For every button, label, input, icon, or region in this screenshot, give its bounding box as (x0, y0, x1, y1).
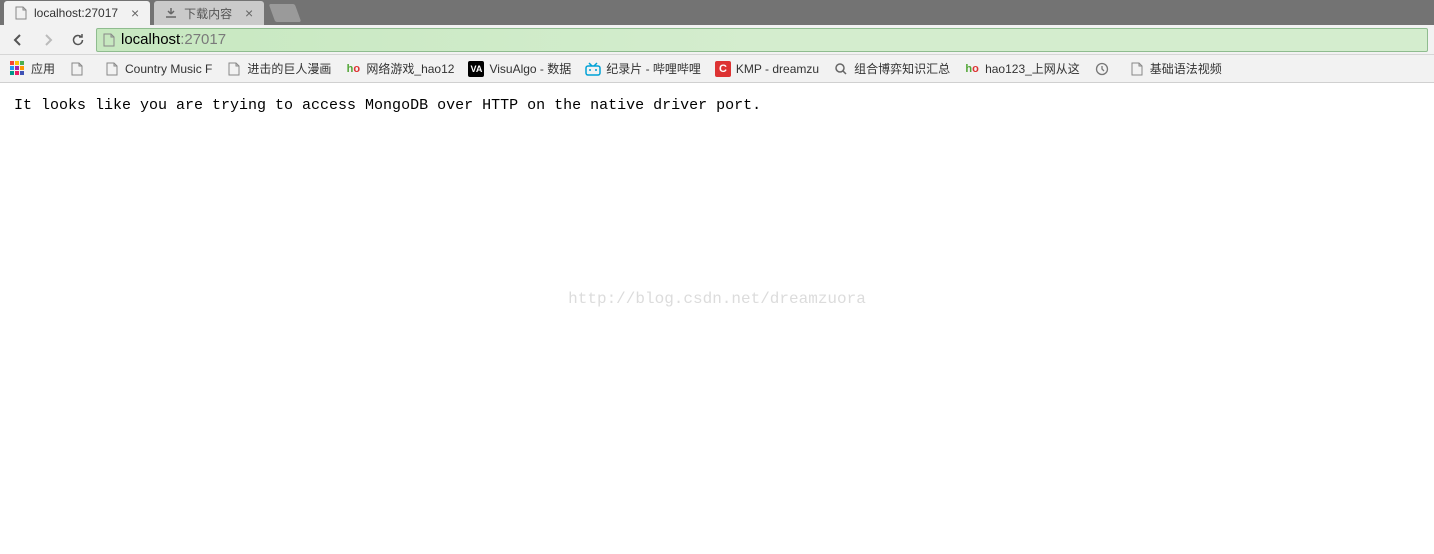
bookmark-label: VisuAlgo - 数据 (489, 60, 571, 77)
apps-button[interactable]: 应用 (4, 57, 61, 81)
bookmark-item[interactable]: 组合博弈知识汇总 (827, 57, 956, 81)
tab-close-icon[interactable]: × (128, 6, 142, 20)
bookmark-label: Country Music F (125, 62, 212, 76)
back-button[interactable] (6, 28, 30, 52)
toolbar: localhost:27017 (0, 25, 1434, 55)
address-bar[interactable]: localhost:27017 (96, 28, 1428, 52)
site-info-icon[interactable] (103, 33, 115, 47)
reload-button[interactable] (66, 28, 90, 52)
tab-favicon-doc-icon (14, 6, 28, 20)
tab-title: 下载内容 (184, 5, 232, 22)
mongo-http-message: It looks like you are trying to access M… (14, 97, 761, 114)
doc-icon (69, 61, 85, 77)
bookmark-label: 网络游戏_hao12 (366, 60, 454, 77)
bookmark-item[interactable]: 纪录片 - 哔哩哔哩 (579, 57, 707, 81)
watermark-text: http://blog.csdn.net/dreamzuora (568, 290, 866, 308)
bookmark-item[interactable]: 基础语法视频 (1123, 57, 1228, 81)
bookmark-item[interactable]: VA VisuAlgo - 数据 (462, 57, 577, 81)
tab-close-icon[interactable]: × (242, 6, 256, 20)
search-icon (833, 61, 849, 77)
page-body: It looks like you are trying to access M… (0, 83, 1434, 128)
hao-icon: ho (345, 61, 361, 77)
apps-icon (10, 61, 26, 77)
bookmark-item[interactable]: Country Music F (98, 57, 218, 81)
doc-icon (226, 61, 242, 77)
bookmark-item[interactable]: ho 网络游戏_hao12 (339, 57, 460, 81)
csdn-icon: C (715, 61, 731, 77)
tab-active[interactable]: localhost:27017 × (4, 1, 150, 25)
bookmark-label: KMP - dreamzu (736, 62, 819, 76)
tab-inactive[interactable]: 下载内容 × (154, 1, 264, 25)
bilibili-icon (585, 61, 601, 77)
bookmark-label: 进击的巨人漫画 (247, 60, 331, 77)
doc-icon (104, 61, 120, 77)
bookmark-item[interactable]: 进击的巨人漫画 (220, 57, 337, 81)
bookmark-label: hao123_上网从这 (985, 60, 1080, 77)
bookmark-item[interactable] (63, 57, 96, 81)
doc-icon (1129, 61, 1145, 77)
bookmark-item[interactable] (1088, 57, 1121, 81)
url-port: :27017 (180, 31, 226, 48)
apps-label: 应用 (31, 60, 55, 77)
bookmark-item[interactable]: C KMP - dreamzu (709, 57, 825, 81)
tab-favicon-download-icon (164, 6, 178, 20)
tab-title: localhost:27017 (34, 6, 118, 20)
bookmarks-bar: 应用 Country Music F 进击的巨人漫画 ho 网络游戏_hao12… (0, 55, 1434, 83)
history-icon (1094, 61, 1110, 77)
bookmark-label: 组合博弈知识汇总 (854, 60, 950, 77)
bookmark-label: 纪录片 - 哔哩哔哩 (606, 60, 701, 77)
bookmark-item[interactable]: ho hao123_上网从这 (958, 57, 1086, 81)
bookmark-label: 基础语法视频 (1150, 60, 1222, 77)
tab-strip: localhost:27017 × 下载内容 × (0, 0, 1434, 25)
forward-button[interactable] (36, 28, 60, 52)
new-tab-button[interactable] (269, 4, 302, 22)
url-host: localhost (121, 31, 180, 48)
hao-icon: ho (964, 61, 980, 77)
visualgo-icon: VA (468, 61, 484, 77)
